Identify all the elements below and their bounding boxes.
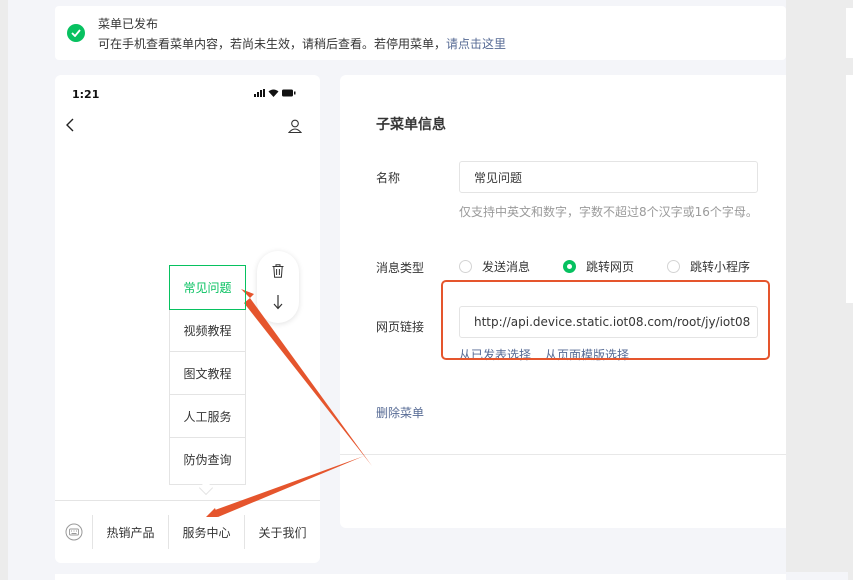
success-check-icon bbox=[67, 24, 85, 42]
user-profile-icon[interactable] bbox=[288, 119, 302, 133]
panel-title: 子菜单信息 bbox=[376, 117, 446, 133]
notice-message: 可在手机查看菜单内容，若尚未生效，请稍后查看。若停用菜单，请点击这里 bbox=[98, 37, 507, 51]
side-card bbox=[846, 8, 853, 58]
submenu-list: 常见问题 视频教程 图文教程 人工服务 防伪查询 bbox=[169, 265, 246, 485]
wifi-icon bbox=[268, 89, 279, 97]
radio-indicator bbox=[667, 260, 681, 273]
menu-tab[interactable]: 热销产品 bbox=[93, 515, 169, 549]
disable-menu-link[interactable]: 请点击这里 bbox=[446, 37, 506, 51]
submenu-item[interactable]: 视频教程 bbox=[170, 309, 245, 352]
status-time: 1:21 bbox=[72, 88, 100, 101]
select-template-link[interactable]: 从页面模版选择 bbox=[545, 348, 629, 362]
phone-preview: 1:21 常见问题 视频教程 图文教程 人工服务 防伪查询 热销产品 服务中心 … bbox=[55, 75, 320, 563]
signal-icon bbox=[254, 89, 265, 97]
delete-menu-link[interactable]: 删除菜单 bbox=[376, 404, 424, 421]
next-card bbox=[55, 574, 786, 580]
type-label: 消息类型 bbox=[376, 261, 425, 275]
url-label: 网页链接 bbox=[376, 320, 425, 334]
move-down-arrow-icon[interactable] bbox=[273, 294, 283, 310]
menu-tab[interactable]: 服务中心 bbox=[169, 515, 245, 549]
submenu-item[interactable]: 防伪查询 bbox=[170, 438, 245, 481]
radio-open-webpage[interactable]: 跳转网页 bbox=[563, 258, 634, 275]
right-gutter bbox=[786, 0, 853, 580]
side-card bbox=[846, 75, 853, 303]
menu-tools bbox=[257, 251, 299, 323]
submenu-item[interactable]: 图文教程 bbox=[170, 352, 245, 395]
trash-icon[interactable] bbox=[272, 264, 284, 278]
url-source-links: 从已发表选择 从页面模版选择 bbox=[459, 346, 643, 363]
name-field[interactable]: 常见问题 bbox=[459, 161, 758, 193]
radio-indicator-checked bbox=[563, 260, 577, 273]
radio-mini-program[interactable]: 跳转小程序 bbox=[667, 258, 750, 275]
back-arrow-icon[interactable] bbox=[65, 117, 75, 133]
notice-title: 菜单已发布 bbox=[98, 17, 159, 31]
select-published-link[interactable]: 从已发表选择 bbox=[459, 348, 531, 362]
keyboard-icon bbox=[65, 523, 82, 541]
url-field[interactable]: http://api.device.static.iot08.com/root/… bbox=[459, 306, 758, 338]
menu-tab[interactable]: 关于我们 bbox=[245, 515, 320, 549]
battery-icon bbox=[282, 89, 296, 97]
submenu-editor: 子菜单信息 名称 常见问题 仅支持中英文和数字，字数不超过8个汉字或16个字母。… bbox=[340, 75, 786, 528]
status-icons bbox=[254, 89, 296, 97]
radio-send-message[interactable]: 发送消息 bbox=[459, 258, 530, 275]
name-hint: 仅支持中英文和数字，字数不超过8个汉字或16个字母。 bbox=[459, 205, 758, 219]
divider bbox=[340, 454, 786, 455]
publish-notice: 菜单已发布 可在手机查看菜单内容，若尚未生效，请稍后查看。若停用菜单，请点击这里 bbox=[55, 6, 786, 60]
radio-indicator bbox=[459, 260, 472, 273]
message-type-options: 发送消息 跳转网页 跳转小程序 bbox=[459, 258, 783, 275]
name-label: 名称 bbox=[376, 171, 401, 185]
submenu-item[interactable]: 人工服务 bbox=[170, 395, 245, 438]
menu-bar: 热销产品 服务中心 关于我们 bbox=[55, 500, 320, 563]
keyboard-switch[interactable] bbox=[55, 515, 93, 549]
submenu-item[interactable]: 常见问题 bbox=[169, 265, 246, 310]
